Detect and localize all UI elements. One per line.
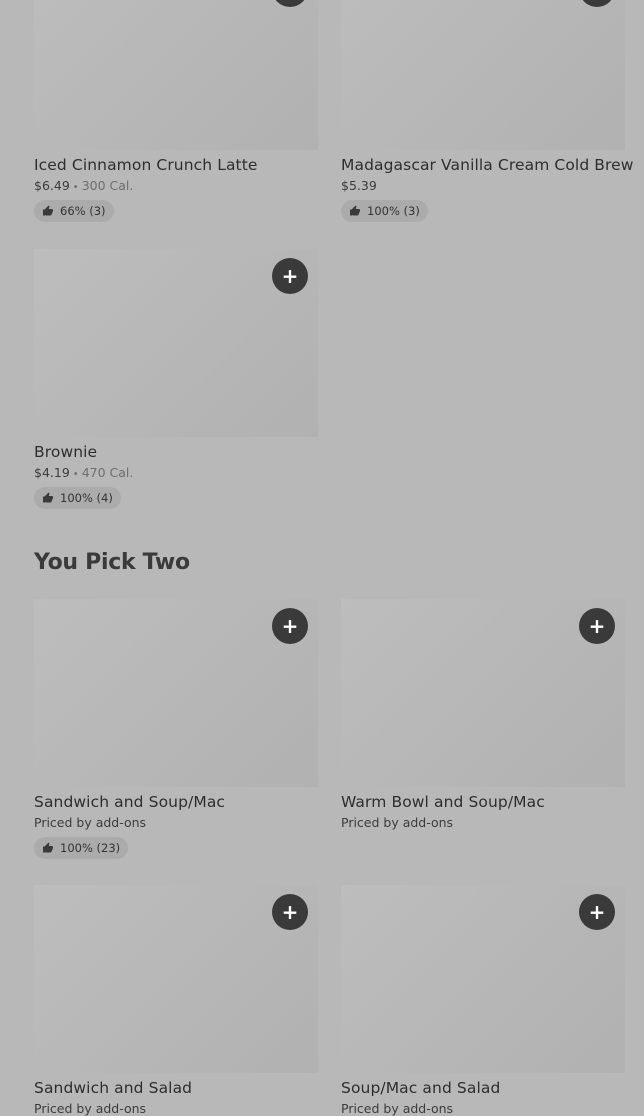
rating-badge: 100% (3) — [341, 200, 428, 222]
menu-item-card[interactable]: + Soup/Mac and Salad Priced by add-ons — [341, 885, 625, 1116]
menu-item-card[interactable]: + Madagascar Vanilla Cream Cold Brew $5.… — [341, 0, 634, 222]
item-meta: $4.19 • 470 Cal. — [34, 465, 318, 480]
menu-item-card[interactable]: + Sandwich and Soup/Mac Priced by add-on… — [34, 599, 318, 859]
item-meta: Priced by add-ons — [34, 815, 318, 830]
item-image[interactable]: + — [34, 0, 318, 150]
item-calories: 300 Cal. — [81, 178, 134, 193]
item-image[interactable]: + — [34, 885, 318, 1073]
item-price: Priced by add-ons — [34, 815, 147, 830]
add-item-button[interactable]: + — [272, 258, 308, 294]
meta-separator: • — [72, 469, 79, 480]
section-title: You Pick Two — [34, 550, 190, 575]
rating-badge: 100% (4) — [34, 487, 121, 509]
item-meta: $5.39 — [341, 178, 625, 193]
add-item-button[interactable]: + — [579, 0, 615, 7]
item-name: Brownie — [34, 443, 98, 461]
add-item-button[interactable]: + — [272, 0, 308, 7]
thumbs-up-icon — [43, 842, 53, 853]
plus-icon: + — [281, 264, 299, 288]
rating-text: 100% (23) — [60, 841, 121, 855]
item-name: Sandwich and Soup/Mac — [34, 793, 226, 811]
item-price: $5.39 — [341, 178, 377, 193]
plus-icon: + — [588, 614, 606, 638]
menu-item-card[interactable]: + Brownie $4.19 • 470 Cal. 100% (4) — [34, 249, 318, 509]
add-item-button[interactable]: + — [272, 608, 308, 644]
rating-text: 66% (3) — [60, 204, 106, 218]
plus-icon: + — [588, 900, 606, 924]
item-price: $4.19 — [34, 465, 70, 480]
add-item-button[interactable]: + — [579, 894, 615, 930]
item-image[interactable]: + — [34, 599, 318, 787]
plus-icon: + — [281, 900, 299, 924]
item-name: Sandwich and Salad — [34, 1079, 193, 1097]
rating-badge: 100% (23) — [34, 837, 129, 859]
thumbs-up-icon — [350, 205, 360, 216]
item-meta: $6.49 • 300 Cal. — [34, 178, 318, 193]
menu-item-card[interactable]: + Warm Bowl and Soup/Mac Priced by add-o… — [341, 599, 625, 830]
item-image[interactable]: + — [341, 885, 625, 1073]
plus-icon: + — [281, 614, 299, 638]
item-price: $6.49 — [34, 178, 70, 193]
thumbs-up-icon — [43, 492, 53, 503]
item-image[interactable]: + — [341, 599, 625, 787]
item-name: Warm Bowl and Soup/Mac — [341, 793, 545, 811]
item-meta: Priced by add-ons — [341, 815, 625, 830]
item-price: Priced by add-ons — [341, 815, 454, 830]
add-item-button[interactable]: + — [579, 608, 615, 644]
item-image[interactable]: + — [341, 0, 625, 150]
menu-item-card[interactable]: + Iced Cinnamon Crunch Latte $6.49•300 C… — [34, 0, 318, 222]
thumbs-up-icon — [43, 205, 53, 216]
rating-text: 100% (3) — [367, 204, 420, 218]
item-image[interactable]: + — [34, 249, 318, 437]
item-name: Iced Cinnamon Crunch Latte — [34, 156, 258, 174]
item-calories: 470 Cal. — [81, 465, 134, 480]
add-item-button[interactable]: + — [272, 894, 308, 930]
item-name: Madagascar Vanilla Cream Cold Brew — [341, 156, 634, 174]
meta-separator: • — [72, 182, 79, 193]
rating-badge: 66% (3) — [34, 200, 114, 222]
item-name: Soup/Mac and Salad — [341, 1079, 501, 1097]
rating-text: 100% (4) — [60, 491, 113, 505]
menu-item-card[interactable]: + Sandwich and Salad Priced by add-ons — [34, 885, 318, 1116]
